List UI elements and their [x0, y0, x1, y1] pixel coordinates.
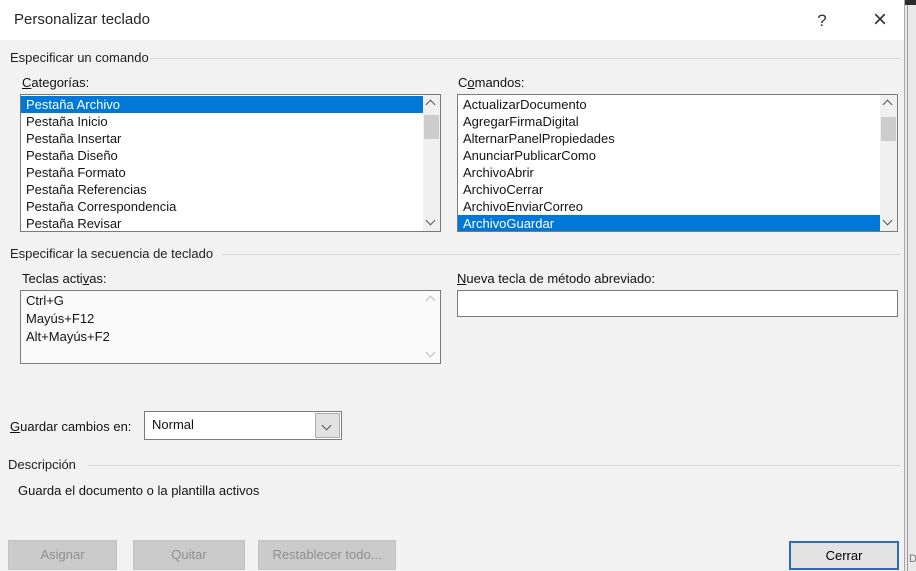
list-item[interactable]: Pestaña Correspondencia: [21, 198, 423, 215]
label-accel: C: [22, 75, 32, 90]
scrollbar-thumb[interactable]: [881, 117, 896, 141]
chevron-up-icon: [425, 99, 436, 110]
close-icon[interactable]: ×: [862, 4, 898, 36]
scroll-down-icon[interactable]: [423, 346, 440, 363]
active-keys-rows: Ctrl+G Mayús+F12 Alt+Mayús+F2: [21, 292, 423, 346]
background-text-fragment: D: [909, 553, 916, 565]
label-text: uardar cambios en:: [20, 419, 132, 434]
close-button[interactable]: Cerrar: [789, 541, 899, 570]
commands-rows: ActualizarDocumento AgregarFirmaDigital …: [458, 96, 880, 231]
section-divider: [88, 465, 900, 466]
list-item[interactable]: ArchivoAbrir: [458, 164, 880, 181]
section-divider: [150, 58, 900, 59]
list-item[interactable]: Pestaña Referencias: [21, 181, 423, 198]
assign-button[interactable]: Asignar: [8, 540, 117, 570]
list-item[interactable]: ArchivoCerrar: [458, 181, 880, 198]
list-item[interactable]: ActualizarDocumento: [458, 96, 880, 113]
chevron-down-icon: [882, 215, 893, 226]
scroll-up-icon[interactable]: [423, 291, 440, 308]
categories-label: Categorías:: [22, 75, 89, 90]
list-item[interactable]: Pestaña Insertar: [21, 130, 423, 147]
current-keys-label: Teclas activas:: [22, 271, 107, 286]
scroll-up-icon[interactable]: [423, 95, 440, 112]
chevron-up-icon: [882, 99, 893, 110]
chevron-down-icon: [321, 420, 332, 431]
list-item[interactable]: Pestaña Formato: [21, 164, 423, 181]
scroll-down-icon[interactable]: [880, 214, 897, 231]
new-shortcut-input[interactable]: [457, 290, 898, 317]
section-heading-sequence: Especificar la secuencia de teclado: [10, 246, 214, 261]
scroll-up-icon[interactable]: [880, 95, 897, 112]
reset-all-button[interactable]: Restablecer todo...: [258, 540, 396, 570]
list-item[interactable]: Pestaña Revisar: [21, 215, 423, 231]
list-item[interactable]: Alt+Mayús+F2: [21, 328, 423, 346]
save-in-label: Guardar cambios en:: [10, 419, 131, 434]
label-text: ueva tecla de método abreviado:: [466, 271, 656, 286]
commands-list: ActualizarDocumento AgregarFirmaDigital …: [457, 94, 898, 232]
list-item[interactable]: AlternarPanelPropiedades: [458, 130, 880, 147]
title-bar: Personalizar teclado ? ×: [0, 0, 904, 40]
section-heading-description: Descripción: [8, 457, 76, 472]
scrollbar-thumb[interactable]: [424, 115, 439, 139]
label-accel: N: [457, 271, 467, 286]
list-item[interactable]: Ctrl+G: [21, 292, 423, 310]
list-item[interactable]: Pestaña Archivo: [21, 96, 423, 113]
save-in-combobox[interactable]: Normal: [144, 411, 342, 440]
active-keys-scrollbar[interactable]: [423, 291, 440, 363]
label-text: C: [458, 75, 468, 90]
new-key-label: Nueva tecla de método abreviado:: [457, 271, 655, 286]
screen: D Personalizar teclado ? × Especificar u…: [0, 0, 916, 571]
list-item[interactable]: Pestaña Diseño: [21, 147, 423, 164]
chevron-up-icon: [425, 295, 436, 306]
list-item[interactable]: AgregarFirmaDigital: [458, 113, 880, 130]
categories-rows: Pestaña Archivo Pestaña Inicio Pestaña I…: [21, 96, 423, 231]
list-item[interactable]: AnunciarPublicarComo: [458, 147, 880, 164]
list-item[interactable]: Mayús+F12: [21, 310, 423, 328]
remove-button[interactable]: Quitar: [133, 540, 245, 570]
background-vertical-line: [907, 0, 908, 571]
combobox-value: Normal: [152, 417, 194, 432]
customize-keyboard-dialog: Personalizar teclado ? × Especificar un …: [0, 0, 905, 571]
list-item[interactable]: Pestaña Inicio: [21, 113, 423, 130]
label-text: ategorías:: [31, 75, 90, 90]
list-item[interactable]: ArchivoEnviarCorreo: [458, 198, 880, 215]
chevron-down-icon: [425, 215, 436, 226]
scroll-down-icon[interactable]: [423, 214, 440, 231]
active-keys-list: Ctrl+G Mayús+F12 Alt+Mayús+F2: [20, 290, 441, 364]
description-text: Guarda el documento o la plantilla activ…: [18, 483, 260, 498]
chevron-down-icon: [425, 347, 436, 358]
label-accel: G: [10, 419, 21, 434]
categories-scrollbar[interactable]: [423, 95, 440, 231]
label-text: mandos:: [474, 75, 525, 90]
categories-list: Pestaña Archivo Pestaña Inicio Pestaña I…: [20, 94, 441, 232]
commands-scrollbar[interactable]: [880, 95, 897, 231]
label-accel: o: [467, 75, 475, 90]
label-text: Teclas acti: [22, 271, 83, 286]
help-icon[interactable]: ?: [808, 7, 836, 35]
dialog-title: Personalizar teclado: [14, 11, 150, 28]
list-item[interactable]: ArchivoGuardar: [458, 215, 880, 231]
combobox-dropdown-button[interactable]: [315, 413, 340, 438]
commands-label: Comandos:: [458, 75, 525, 90]
section-divider: [222, 254, 900, 255]
label-text: as:: [89, 271, 107, 286]
section-heading-command: Especificar un comando: [10, 50, 149, 65]
